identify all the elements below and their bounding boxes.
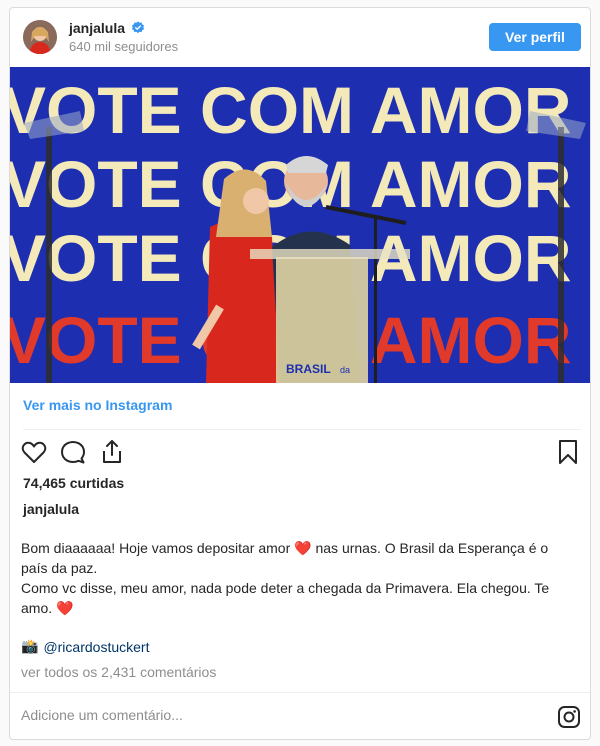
podium-logo-suffix: da	[340, 365, 350, 375]
post-photo[interactable]: VOTE COM AMOR VOTE COM AMOR VOTE COM AMO…	[10, 67, 590, 383]
credit-handle-link[interactable]: @ricardostuckert	[43, 639, 149, 655]
banner-row-1: VOTE COM AMOR	[10, 73, 572, 147]
instagram-logo-icon[interactable]	[557, 705, 581, 729]
divider	[23, 429, 581, 430]
photo-credit: 📸 @ricardostuckert	[21, 638, 149, 655]
caption-username[interactable]: janjalula	[23, 501, 79, 517]
comment-input[interactable]	[21, 703, 541, 727]
divider	[10, 692, 590, 693]
post-header: janjalula 640 mil seguidores Ver perfil	[10, 8, 590, 68]
avatar-image	[23, 20, 57, 54]
view-all-comments-link[interactable]: ver todos os 2,431 comentários	[21, 664, 216, 680]
caption-line-2: Como vc disse, meu amor, nada pode deter…	[21, 578, 566, 618]
heart-emoji-icon: ❤️	[56, 600, 74, 616]
instagram-embed-card: janjalula 640 mil seguidores Ver perfil …	[9, 7, 591, 740]
caption-line-1: Bom diaaaaaa! Hoje vamos depositar amor …	[21, 538, 566, 578]
like-count[interactable]: 74,465 curtidas	[23, 475, 124, 491]
podium-logo: BRASIL	[286, 362, 331, 376]
view-profile-button[interactable]: Ver perfil	[489, 23, 581, 51]
follower-count: 640 mil seguidores	[69, 39, 179, 54]
caption-part: Como vc disse, meu amor, nada pode deter…	[21, 580, 550, 616]
comment-icon[interactable]	[59, 438, 87, 466]
action-bar	[10, 438, 590, 468]
view-more-on-instagram-link[interactable]: Ver mais no Instagram	[23, 397, 172, 413]
share-icon[interactable]	[98, 438, 126, 466]
bookmark-icon[interactable]	[554, 438, 582, 466]
avatar[interactable]	[23, 20, 57, 54]
verified-badge-icon	[132, 21, 145, 34]
caption-text: Bom diaaaaaa! Hoje vamos depositar amor …	[21, 538, 566, 618]
camera-emoji-icon: 📸	[21, 638, 39, 654]
photo-image: VOTE COM AMOR VOTE COM AMOR VOTE COM AMO…	[10, 67, 590, 383]
heart-emoji-icon: ❤️	[294, 540, 312, 556]
caption-part: Bom diaaaaaa! Hoje vamos depositar amor	[21, 540, 295, 556]
username[interactable]: janjalula	[69, 20, 125, 36]
heart-icon[interactable]	[20, 438, 48, 466]
username-row: janjalula	[69, 20, 145, 36]
